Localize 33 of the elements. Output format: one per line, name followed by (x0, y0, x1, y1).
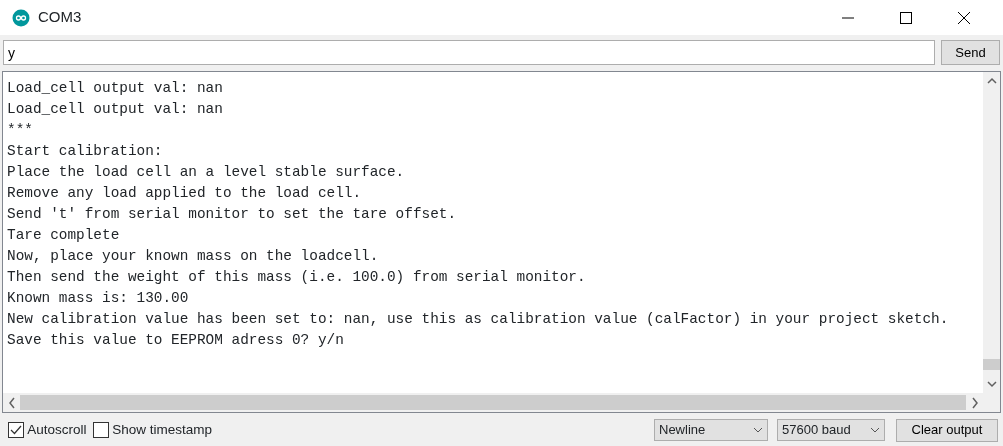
maximize-icon (900, 11, 912, 24)
line-ending-dropdown[interactable]: Newline (654, 419, 768, 441)
output-line: Remove any load applied to the load cell. (7, 184, 362, 203)
checkbox-label[interactable]: Autoscroll (27, 419, 87, 441)
baud-rate-dropdown[interactable]: 57600 baud (777, 419, 885, 441)
output-line: Then send the weight of this mass (i.e. 100.0) from serial monitor. (7, 268, 586, 287)
app-logo-icon (12, 8, 30, 27)
output-line: New calibration value has been set to: nan, use this as calibration value (calFactor) in your project sketch. (7, 310, 949, 329)
checkbox[interactable] (8, 422, 24, 438)
output-line: *** (7, 121, 33, 140)
checkbox-label[interactable]: Show timestamp (112, 419, 213, 441)
chevron-down-icon (870, 427, 880, 433)
horizontal-scroll-thumb[interactable] (20, 395, 966, 410)
window-title: COM3 (38, 7, 83, 28)
output-line: Tare complete (7, 226, 120, 245)
message-input-field[interactable]: y (3, 40, 935, 65)
scroll-thumb[interactable] (983, 359, 1000, 370)
output-line: Load_cell output val: nan (7, 79, 223, 98)
send-button[interactable]: Send (941, 40, 1000, 65)
checkbox[interactable] (93, 422, 110, 438)
output-line: Start calibration: (7, 142, 163, 161)
clear-output-button[interactable]: Clear output (896, 418, 998, 442)
output-line: Place the load cell an a level stable surface. (7, 163, 405, 182)
output-line: Now, place your known mass on the loadcell. (7, 247, 379, 266)
scroll-right-icon[interactable] (970, 396, 979, 409)
output-line: Known mass is: 130.00 (7, 289, 189, 308)
close-icon (958, 11, 970, 24)
output-line: Load_cell output val: nan (7, 100, 223, 119)
scroll-left-icon[interactable] (7, 396, 16, 409)
checkmark-icon (10, 425, 22, 435)
output-line: Send 't' from serial monitor to set the tare offset. (7, 205, 457, 224)
output-line: Save this value to EEPROM adress 0? y/n (7, 331, 344, 350)
chevron-down-icon (753, 427, 763, 433)
